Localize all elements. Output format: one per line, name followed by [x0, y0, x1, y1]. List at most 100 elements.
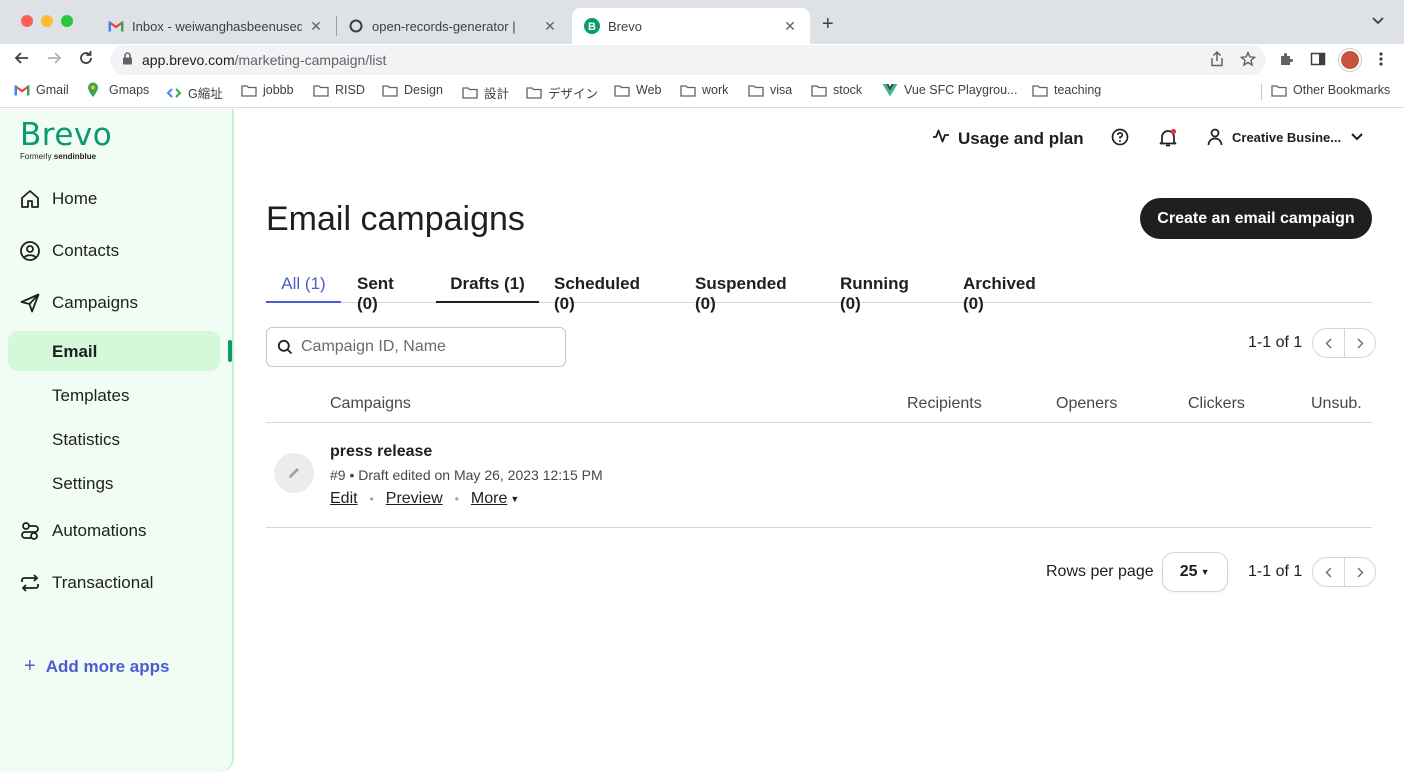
- rows-per-page-select[interactable]: 25 ▼: [1161, 552, 1228, 592]
- bookmark-folder-stock[interactable]: stock: [811, 83, 862, 97]
- tab-scheduled[interactable]: Scheduled (0): [554, 266, 664, 313]
- bookmark-other[interactable]: Other Bookmarks: [1271, 83, 1390, 97]
- separator-dot: •: [454, 492, 459, 506]
- column-unsubscribed[interactable]: Unsub.: [1311, 395, 1362, 413]
- bookmark-folder-dezain[interactable]: デザイン: [526, 83, 598, 102]
- forward-icon[interactable]: [43, 49, 65, 72]
- table-row: press release #9 • Draft edited on May 2…: [266, 423, 1372, 528]
- folder-icon: [680, 83, 696, 97]
- tab-running[interactable]: Running (0): [840, 266, 932, 313]
- sidebar: Brevo Formerly sendinblue Home Contacts …: [0, 109, 234, 772]
- nav-campaigns[interactable]: Campaigns: [18, 291, 138, 315]
- minimize-window-button[interactable]: [41, 15, 53, 27]
- bookmark-vue-playground[interactable]: Vue SFC Playgrou...: [882, 83, 1017, 97]
- logo-subtitle: Formerly sendinblue: [20, 152, 97, 161]
- close-window-button[interactable]: [21, 15, 33, 27]
- pagination-controls: [1312, 328, 1377, 358]
- account-menu[interactable]: Creative Busine...: [1207, 128, 1363, 146]
- tab-archived[interactable]: Archived (0): [963, 266, 1059, 313]
- nav-home[interactable]: Home: [18, 187, 97, 211]
- nav-automations[interactable]: Automations: [18, 519, 147, 543]
- bookmark-g-shortener[interactable]: G縮址: [166, 83, 223, 102]
- chevron-down-icon: [1351, 133, 1363, 141]
- bookmark-folder-web[interactable]: Web: [614, 83, 661, 97]
- folder-icon: [241, 83, 257, 97]
- bookmark-gmaps[interactable]: Gmaps: [87, 82, 149, 97]
- sub-item-templates[interactable]: Templates: [52, 386, 129, 406]
- column-recipients[interactable]: Recipients: [907, 395, 982, 413]
- column-clickers[interactable]: Clickers: [1188, 395, 1245, 413]
- send-icon: [18, 291, 42, 315]
- search-input[interactable]: [301, 338, 551, 356]
- pagination-top: 1-1 of 1: [1248, 328, 1377, 358]
- svg-text:B: B: [588, 21, 596, 33]
- campaign-name[interactable]: press release: [330, 443, 432, 461]
- nav-transactional[interactable]: Transactional: [18, 571, 153, 595]
- tab-all[interactable]: All (1): [266, 266, 341, 303]
- nav-contacts[interactable]: Contacts: [18, 239, 119, 263]
- chevron-right-icon[interactable]: [1344, 329, 1375, 357]
- plus-icon: +: [24, 655, 36, 677]
- bookmark-folder-visa[interactable]: visa: [748, 83, 792, 97]
- browser-tab-brevo[interactable]: B Brevo ✕: [572, 8, 810, 44]
- side-panel-icon[interactable]: [1310, 51, 1326, 71]
- caret-down-icon: ▼: [510, 494, 520, 504]
- edit-link[interactable]: Edit: [330, 490, 358, 508]
- usage-and-plan-button[interactable]: Usage and plan: [932, 128, 1084, 149]
- close-tab-icon[interactable]: ✕: [782, 18, 798, 35]
- folder-icon: [1032, 83, 1048, 97]
- sub-item-settings[interactable]: Settings: [52, 474, 113, 494]
- address-bar[interactable]: app.brevo.com/marketing-campaign/list: [110, 45, 1266, 75]
- maximize-window-button[interactable]: [61, 15, 73, 27]
- profile-avatar-icon[interactable]: [1339, 49, 1361, 71]
- bookmark-gmail[interactable]: Gmail: [14, 83, 69, 97]
- new-tab-icon[interactable]: +: [822, 13, 834, 36]
- share-icon[interactable]: [1210, 50, 1224, 70]
- pagination-text: 1-1 of 1: [1248, 334, 1303, 351]
- chevron-left-icon[interactable]: [1313, 558, 1344, 586]
- column-openers[interactable]: Openers: [1056, 395, 1117, 413]
- bookmark-folder-work[interactable]: work: [680, 83, 728, 97]
- chevron-right-icon[interactable]: [1344, 558, 1375, 586]
- help-icon[interactable]: [1111, 128, 1129, 146]
- brevo-logo[interactable]: Brevo Formerly sendinblue: [20, 117, 112, 161]
- sub-item-statistics[interactable]: Statistics: [52, 430, 120, 450]
- chevron-left-icon[interactable]: [1313, 329, 1344, 357]
- notification-bell-icon[interactable]: [1158, 128, 1178, 148]
- browser-tab-gmail[interactable]: Inbox - weiwanghasbeenused@ ✕: [96, 8, 336, 44]
- chevron-down-icon[interactable]: [1372, 14, 1384, 28]
- bookmark-folder-design[interactable]: Design: [382, 83, 443, 97]
- browser-toolbar: app.brevo.com/marketing-campaign/list: [0, 44, 1404, 76]
- star-icon[interactable]: [1239, 50, 1257, 70]
- back-icon[interactable]: [11, 49, 33, 72]
- folder-icon: [462, 86, 478, 100]
- column-campaigns[interactable]: Campaigns: [330, 395, 411, 413]
- more-vert-icon[interactable]: [1378, 51, 1384, 71]
- brevo-icon: B: [584, 18, 600, 34]
- add-more-apps-button[interactable]: + Add more apps: [24, 655, 169, 678]
- reload-icon[interactable]: [75, 49, 97, 72]
- bookmark-folder-teaching[interactable]: teaching: [1032, 83, 1101, 97]
- tab-suspended[interactable]: Suspended (0): [695, 266, 810, 313]
- page-title: Email campaigns: [266, 200, 525, 238]
- close-tab-icon[interactable]: ✕: [308, 18, 324, 35]
- preview-link[interactable]: Preview: [386, 490, 443, 508]
- row-actions: Edit • Preview • More ▼: [330, 490, 519, 508]
- bookmark-folder-risd[interactable]: RISD: [313, 83, 365, 97]
- bookmark-folder-jobbb[interactable]: jobbb: [241, 83, 294, 97]
- extensions-icon[interactable]: [1278, 51, 1294, 71]
- tab-sent[interactable]: Sent (0): [357, 266, 419, 313]
- create-email-campaign-button[interactable]: Create an email campaign: [1140, 198, 1372, 239]
- rows-per-page: Rows per page 25 ▼: [1046, 552, 1228, 592]
- rows-per-page-label: Rows per page: [1046, 563, 1154, 580]
- bookmark-divider: [1261, 84, 1262, 100]
- bookmark-folder-sekkei[interactable]: 設計: [462, 83, 509, 102]
- close-tab-icon[interactable]: ✕: [542, 18, 558, 35]
- map-pin-icon: [87, 82, 103, 97]
- pagination-controls: [1312, 557, 1377, 587]
- more-dropdown[interactable]: More: [471, 490, 507, 508]
- tab-drafts[interactable]: Drafts (1): [436, 266, 539, 303]
- folder-icon: [313, 83, 329, 97]
- sub-item-email[interactable]: Email: [8, 331, 220, 371]
- browser-tab-open-records[interactable]: open-records-generator | ✕: [336, 8, 570, 44]
